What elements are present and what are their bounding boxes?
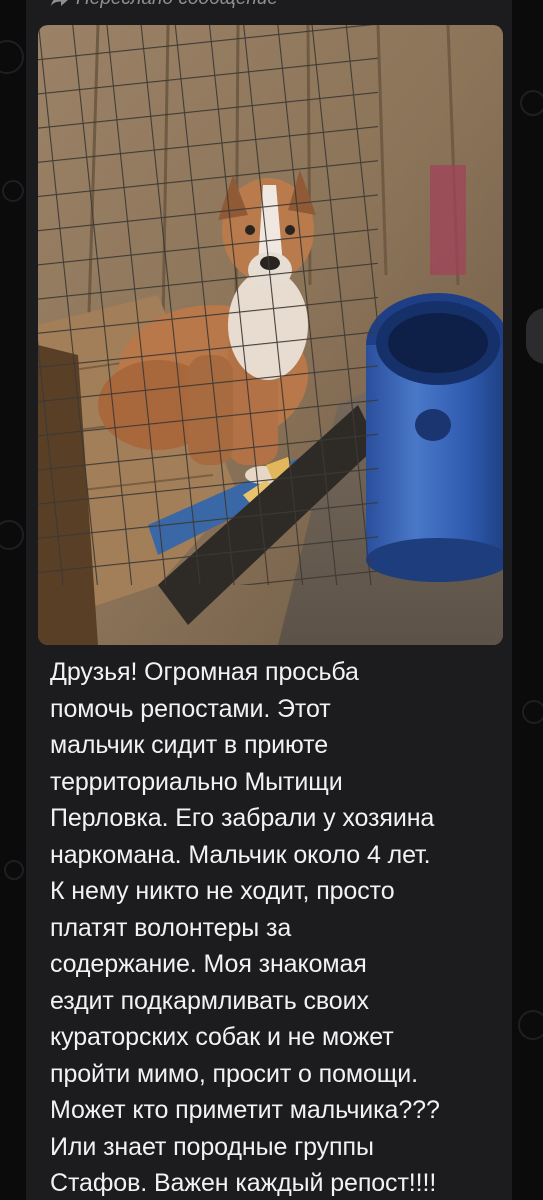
wallpaper-doodle bbox=[2, 180, 24, 202]
message-text: Друзья! Огромная просьба помочь репостам… bbox=[50, 658, 440, 1197]
photo-image bbox=[38, 25, 503, 645]
wallpaper-doodle bbox=[520, 90, 543, 116]
wallpaper-doodle bbox=[0, 520, 24, 550]
wallpaper-doodle bbox=[0, 40, 24, 74]
wallpaper-doodle bbox=[518, 1010, 543, 1040]
wallpaper-doodle bbox=[4, 860, 24, 880]
share-button[interactable] bbox=[526, 308, 543, 364]
forwarded-header: Переслано сообщение bbox=[50, 0, 278, 10]
forwarded-label: Переслано сообщение bbox=[76, 0, 278, 10]
dog-in-cage-photo[interactable] bbox=[38, 25, 503, 645]
wallpaper-doodle bbox=[522, 700, 543, 724]
forward-arrow-icon bbox=[50, 0, 70, 7]
chat-screen: Переслано сообщение bbox=[0, 0, 543, 1200]
